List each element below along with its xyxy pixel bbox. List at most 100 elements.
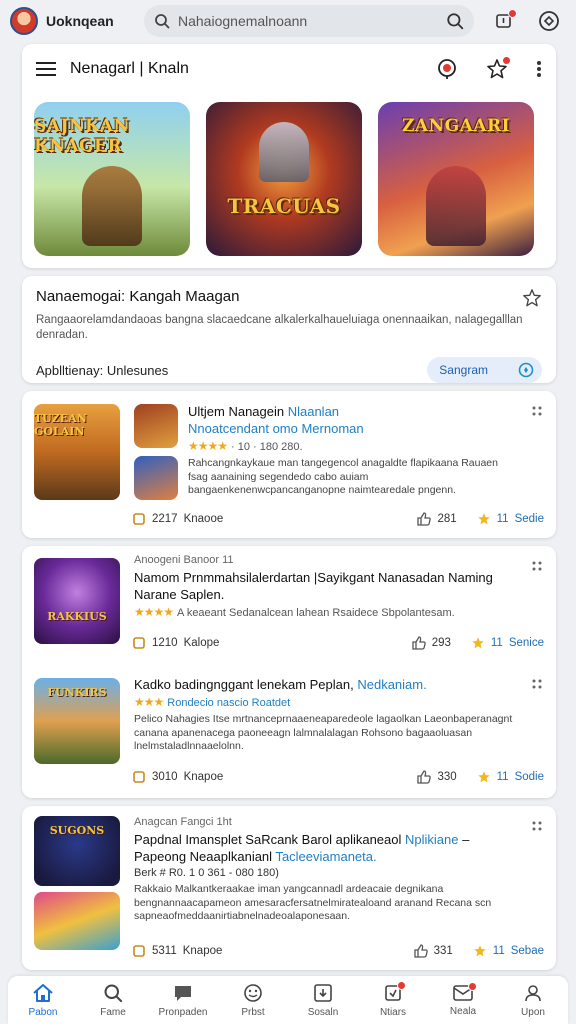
nav-label: Sosaln [307, 1006, 339, 1018]
bottom-nav: Pabon Fame Pronpaden Prbst Sosaln Ntiars [8, 976, 568, 1024]
search-input[interactable] [178, 13, 438, 29]
item-thumbnail: TUZEAN GOLAIN [34, 404, 120, 500]
nav-label: Upon [521, 1006, 545, 1018]
star-count: 11 [496, 771, 509, 783]
like-count: 293 [431, 637, 451, 649]
bookmark-icon[interactable] [132, 512, 146, 526]
item-subtitle-link[interactable]: Mernoman [301, 421, 363, 436]
list-item[interactable]: TUZEAN GOLAIN Ultjem Nanagein Nlaanlan N… [22, 391, 556, 538]
rating-text: Rondecio nascio Roatdet [167, 697, 291, 709]
item-thumbnail: RAKKIUS [34, 558, 120, 644]
star-count: 11 [490, 637, 503, 649]
thumbs-up-icon[interactable] [417, 770, 432, 784]
drag-handle-icon[interactable] [532, 405, 542, 417]
item-description: Rakkaio Malkantkeraakae iman yangcannadl… [134, 883, 492, 922]
item-count: 2217 [152, 513, 178, 525]
more-icon[interactable] [536, 60, 542, 78]
item-title-highlight[interactable]: Nlaanlan [288, 404, 339, 419]
star-count: 11 [492, 945, 505, 957]
chat-icon [172, 983, 194, 1003]
like-count: 330 [437, 771, 457, 783]
star-add-icon[interactable] [522, 288, 542, 308]
nav-item-search[interactable]: Fame [78, 976, 148, 1024]
thumbs-up-icon[interactable] [417, 512, 432, 526]
search-icon [154, 13, 170, 29]
nav-item-chat[interactable]: Pronpaden [148, 976, 218, 1024]
info-card: Nanaemogai: Kangah Maagan Rangaaorelamda… [22, 276, 556, 383]
star-icon[interactable] [473, 944, 487, 958]
item-subtitle-highlight[interactable]: Nnoatcendant omo [188, 421, 301, 436]
item-title-link[interactable]: Tacleeviamaneta. [275, 849, 376, 864]
thumbs-up-icon[interactable] [412, 636, 426, 650]
nav-label: Neala [449, 1005, 477, 1017]
item-count: 3010 [152, 771, 178, 783]
bookmark-icon[interactable] [132, 770, 146, 784]
item-title-text: Ultjem Nanagein [188, 404, 288, 419]
item-action-link[interactable]: Senice [509, 637, 544, 649]
item-count-label: Kalope [183, 637, 220, 649]
nav-item-profile[interactable]: Upon [498, 976, 568, 1024]
nav-item-smile[interactable]: Prbst [218, 976, 288, 1024]
thumb-label: SUGONS [49, 824, 105, 837]
item-rating: ★★★★ A keaeant Sedanalcean lahean Rsaidec… [134, 605, 520, 619]
home-icon [32, 983, 54, 1003]
search-bar[interactable] [144, 5, 474, 37]
bookmark-icon[interactable] [132, 944, 146, 958]
hero-game-label: TRACUAS [227, 194, 341, 218]
hero-character-image [259, 122, 309, 182]
hero-game-3[interactable]: ZANGAARI [378, 102, 534, 256]
nav-item-apps[interactable]: Ntiars [358, 976, 428, 1024]
item-title-text: Papdnal Imansplet SaRcank Barol aplikane… [134, 832, 406, 847]
star-icon[interactable] [477, 770, 491, 784]
list-item[interactable]: RAKKIUS Anoogeni Banoor 11 Namom Prnmmah… [22, 546, 556, 670]
drag-handle-icon[interactable] [532, 560, 542, 572]
mail-icon [452, 981, 477, 1002]
nav-item-mail[interactable]: Neala [428, 976, 498, 1024]
item-count: 1210 [152, 637, 178, 649]
list-item[interactable]: FUNKIRS Kadko badingnggant lenekam Pepla… [22, 670, 556, 798]
list-item[interactable]: SUGONS Anagcan Fangci 1ht Papdnal Imansp… [22, 806, 556, 970]
item-rating: ★★★★ · 10 · 180 280. [188, 439, 520, 453]
notifications-icon[interactable] [494, 9, 517, 31]
star-icon[interactable] [477, 512, 491, 526]
search-submit-icon[interactable] [446, 12, 464, 30]
menu-icon[interactable] [36, 61, 56, 77]
item-rating: ★★★ Rondecio nascio Roatdet [134, 695, 520, 709]
item-action-link[interactable]: Sedie [515, 513, 544, 525]
chat-bubble-icon [518, 362, 534, 378]
nav-item-download[interactable]: Sosaln [288, 976, 358, 1024]
nav-item-home[interactable]: Pabon [8, 976, 78, 1024]
page-title: Nenagarl | Knaln [70, 60, 189, 77]
item-action-link[interactable]: Sodie [515, 771, 544, 783]
item-title-highlight[interactable]: Nplikiane [405, 832, 458, 847]
notification-badge [508, 9, 517, 18]
item-action-link[interactable]: Sebae [511, 945, 544, 957]
bookmark-icon[interactable] [132, 636, 146, 650]
drag-handle-icon[interactable] [532, 820, 542, 832]
star-icon[interactable] [471, 636, 485, 650]
apps-badge [397, 980, 406, 990]
thumb-label: FUNKIRS [47, 686, 107, 699]
item-title-text: Kadko badingnggant lenekam Peplan, [134, 677, 358, 692]
rating-stars: ★★★ [134, 695, 164, 709]
rating-text: · 10 · 180 280. [231, 441, 303, 453]
sangram-button[interactable]: Sangram [427, 357, 542, 383]
app-avatar[interactable] [10, 7, 38, 35]
hero-character-image [82, 166, 142, 246]
nav-label: Pabon [28, 1006, 58, 1018]
thumbs-up-icon[interactable] [413, 944, 428, 958]
item-title-highlight[interactable]: Nedkaniam. [357, 677, 426, 692]
featured-card: Nenagarl | Knaln SAJNKAN KNAGER TRACUAS … [22, 44, 556, 268]
hero-game-2[interactable]: TRACUAS [206, 102, 362, 256]
like-count: 331 [433, 945, 453, 957]
favorite-icon[interactable] [486, 56, 511, 80]
item-footer: 2217 Knaooe 281 11 Sedie [132, 512, 544, 526]
settings-icon[interactable] [538, 10, 560, 32]
item-eyebrow: Anoogeni Banoor 11 [134, 554, 234, 566]
item-count-label: Knapoe [182, 945, 223, 957]
hero-game-1[interactable]: SAJNKAN KNAGER [34, 102, 190, 256]
item-title: Ultjem Nanagein Nlaanlan [188, 403, 520, 420]
target-icon[interactable] [436, 58, 458, 80]
drag-handle-icon[interactable] [532, 678, 542, 690]
item-title: Kadko badingnggant lenekam Peplan, Nedka… [134, 676, 520, 693]
